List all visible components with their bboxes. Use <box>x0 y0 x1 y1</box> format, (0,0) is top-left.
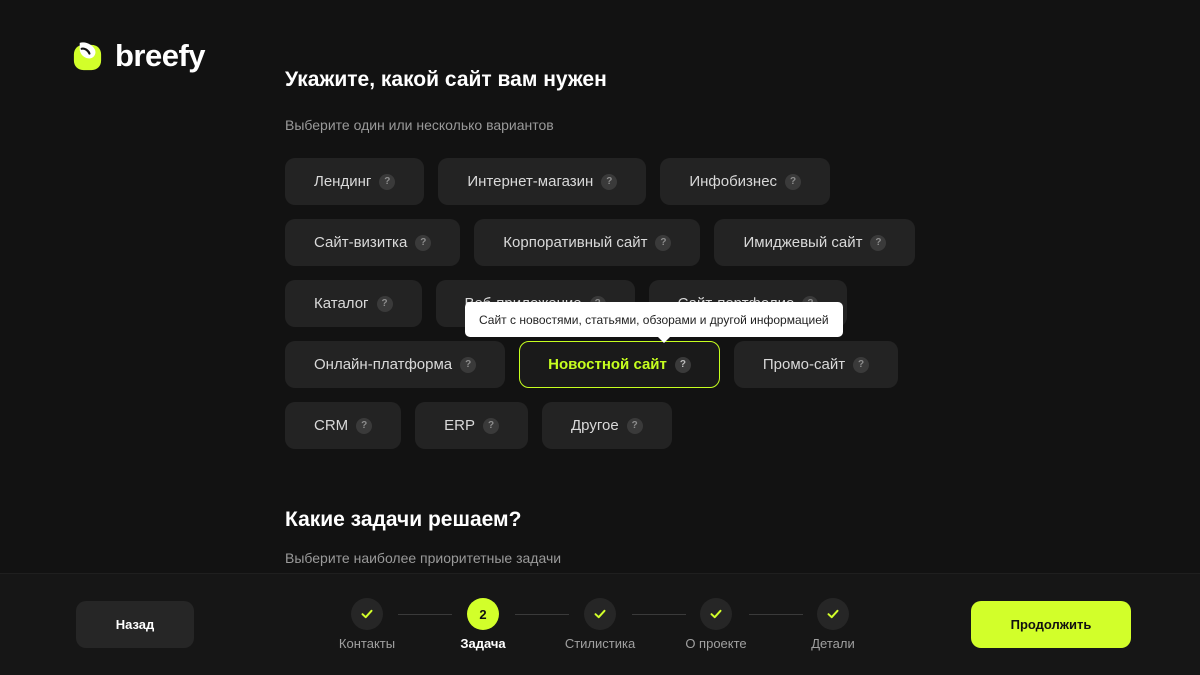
site-type-option[interactable]: Корпоративный сайт? <box>474 219 701 266</box>
site-type-option[interactable]: Онлайн-платформа? <box>285 341 506 388</box>
help-icon[interactable]: ? <box>376 295 393 312</box>
help-icon[interactable]: ? <box>785 173 802 190</box>
tasks-section: Какие задачи решаем? Выберите наиболее п… <box>285 506 561 567</box>
help-icon[interactable]: ? <box>674 356 691 373</box>
site-type-option[interactable]: ERP? <box>415 402 529 449</box>
site-type-option[interactable]: Инфобизнес? <box>660 158 831 205</box>
option-label: Инфобизнес <box>689 173 778 190</box>
option-label: Сайт-визитка <box>314 234 408 251</box>
option-label: Имиджевый сайт <box>743 234 863 251</box>
option-row: Сайт-визитка? Корпоративный сайт? Имиджевы… <box>285 219 985 266</box>
option-label: Интернет-магазин <box>467 173 594 190</box>
progress-step[interactable]: О проекте <box>666 598 766 651</box>
progress-step[interactable]: Стилистика <box>550 598 650 651</box>
checkmark-icon <box>584 598 616 630</box>
progress-step[interactable]: Контакты <box>317 598 417 651</box>
option-tooltip: Сайт с новостями, статьями, обзорами и д… <box>465 302 843 343</box>
site-type-option[interactable]: CRM? <box>285 402 402 449</box>
help-icon[interactable]: ? <box>870 234 887 251</box>
site-type-option[interactable]: Каталог? <box>285 280 422 327</box>
option-label: Лендинг <box>314 173 372 190</box>
step-label: Задача <box>460 636 506 651</box>
site-type-option[interactable]: Интернет-магазин? <box>438 158 647 205</box>
site-type-option[interactable]: Сайт-визитка? <box>285 219 461 266</box>
checkmark-icon <box>700 598 732 630</box>
option-label: Онлайн-платформа <box>314 356 453 373</box>
site-type-option[interactable]: Новостной сайт? <box>519 341 720 388</box>
bottom-navigation-bar: Назад Контакты 2 Задача Стилистика О проекте… <box>0 573 1200 675</box>
site-type-option[interactable]: Лендинг? <box>285 158 425 205</box>
option-label: Промо-сайт <box>762 356 846 373</box>
site-type-title: Укажите, какой сайт вам нужен <box>285 68 607 91</box>
tasks-title: Какие задачи решаем? <box>285 508 522 531</box>
option-label: Другое <box>571 417 619 434</box>
brand-logo[interactable]: breefy <box>70 38 206 74</box>
help-icon[interactable]: ? <box>483 417 500 434</box>
option-label: Новостной сайт <box>548 356 667 373</box>
step-label: Детали <box>811 636 855 651</box>
help-icon[interactable]: ? <box>601 173 618 190</box>
option-label: CRM <box>314 417 349 434</box>
checkmark-icon <box>351 598 383 630</box>
site-type-option[interactable]: Имиджевый сайт? <box>714 219 916 266</box>
brand-name: breefy <box>115 38 206 73</box>
step-label: Контакты <box>338 636 396 651</box>
back-button[interactable]: Назад <box>76 601 194 648</box>
help-icon[interactable]: ? <box>379 173 396 190</box>
page: breefy Укажите, какой сайт вам нужен Выб… <box>0 0 1200 675</box>
help-icon[interactable]: ? <box>655 234 672 251</box>
site-type-section: Укажите, какой сайт вам нужен Выберите о… <box>285 66 985 449</box>
checkmark-icon <box>817 598 849 630</box>
option-row: Лендинг? Интернет-магазин? Инфобизнес? <box>285 158 985 205</box>
tasks-subtitle: Выберите наиболее приоритетные задачи <box>285 550 562 566</box>
help-icon[interactable]: ? <box>853 356 870 373</box>
step-label: Стилистика <box>564 636 636 651</box>
option-label: Каталог <box>314 295 369 312</box>
option-label: Корпоративный сайт <box>503 234 648 251</box>
step-number: 2 <box>467 598 499 630</box>
progress-step[interactable]: 2 Задача <box>433 598 533 651</box>
help-icon[interactable]: ? <box>415 234 432 251</box>
help-icon[interactable]: ? <box>356 417 373 434</box>
progress-step[interactable]: Детали <box>783 598 883 651</box>
site-type-option[interactable]: Другое? <box>542 402 672 449</box>
option-row: CRM? ERP? Другое? <box>285 402 985 449</box>
option-row: Онлайн-платформа? Новостной сайт? Промо-са… <box>285 341 985 388</box>
help-icon[interactable]: ? <box>626 417 643 434</box>
step-label: О проекте <box>685 636 747 651</box>
breefy-logo-icon <box>73 41 102 70</box>
option-label: ERP <box>444 417 476 434</box>
site-type-option[interactable]: Промо-сайт? <box>733 341 899 388</box>
site-type-subtitle: Выберите один или несколько вариантов <box>285 117 554 133</box>
help-icon[interactable]: ? <box>460 356 477 373</box>
continue-button[interactable]: Продолжить <box>971 601 1131 648</box>
